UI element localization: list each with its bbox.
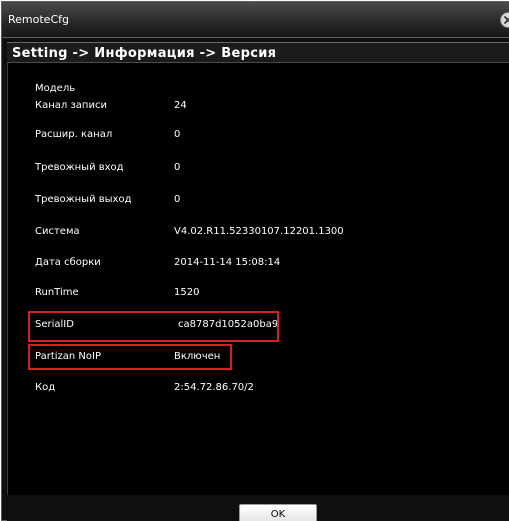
ext-channel-label: Расшир. канал [35, 129, 113, 140]
runtime-value: 1520 [174, 287, 200, 298]
version-info-panel: Модель Канал записи 24 Расшир. канал 0 Т… [7, 63, 509, 495]
dialog-footer: OK [7, 495, 509, 521]
code-label: Код [35, 382, 56, 393]
build-date-value: 2014-11-14 15:08:14 [174, 257, 281, 268]
window-title: RemoteCfg [8, 13, 69, 26]
build-date-label: Дата сборки [35, 257, 101, 268]
breadcrumb-text: Setting -> Информация -> Версия [12, 46, 277, 61]
breadcrumb: Setting -> Информация -> Версия [7, 42, 509, 63]
alarm-out-label: Тревожный выход [35, 194, 132, 205]
remotecfg-dialog: RemoteCfg Setting -> Информация -> Верси… [1, 1, 509, 521]
alarm-out-value: 0 [174, 194, 181, 205]
ext-channel-value: 0 [174, 129, 181, 140]
record-channel-label: Канал записи [35, 100, 107, 111]
system-value: V4.02.R11.52330107.12201.1300 [174, 226, 344, 237]
runtime-label: RunTime [35, 287, 79, 298]
page: RemoteCfg Setting -> Информация -> Верси… [0, 0, 509, 521]
alarm-in-value: 0 [174, 162, 181, 173]
title-bar[interactable]: RemoteCfg [2, 2, 509, 38]
record-channel-value: 24 [174, 100, 187, 111]
code-value: 2:54.72.86.70/2 [174, 382, 254, 393]
noip-highlight [28, 344, 232, 370]
system-label: Система [35, 226, 80, 237]
alarm-in-label: Тревожный вход [35, 162, 124, 173]
ok-button[interactable]: OK [239, 504, 317, 521]
model-label: Модель [35, 83, 76, 94]
close-icon [504, 16, 509, 24]
close-button[interactable] [500, 12, 509, 28]
serial-id-highlight [28, 311, 279, 342]
